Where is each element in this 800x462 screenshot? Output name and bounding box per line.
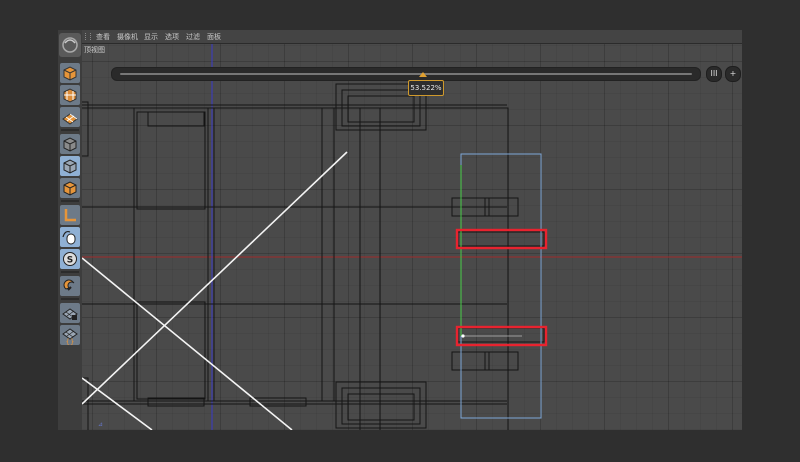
mouse-move-icon[interactable] [60,227,80,247]
object-mode-icon[interactable] [60,156,80,176]
magnet-icon[interactable] [60,276,80,296]
pivot-point[interactable] [461,334,465,338]
scene-wireframe: ⊿ [82,44,742,430]
toolbar-divider [61,129,79,131]
menu-options[interactable]: 选项 [165,32,179,42]
checker-plane-icon[interactable] [60,107,80,127]
view-label: 顶视图 [84,46,105,54]
zoom-slider[interactable] [111,67,701,81]
menu-panel[interactable]: 面板 [207,32,221,42]
app-window: S {} 查看 摄像机 显示 选项 过滤 面板 ⊿ 顶视图 53.522% II… [58,30,742,430]
toolbar-divider [61,298,79,300]
selection-box[interactable] [460,153,542,419]
left-toolbar: S {} [58,30,83,430]
zoom-slider-track[interactable] [120,73,692,75]
svg-text:S: S [67,256,73,266]
menu-bar: 查看 摄像机 显示 选项 过滤 面板 [82,30,742,44]
texture-mode-icon[interactable] [60,178,80,198]
menu-grip-icon[interactable] [85,33,91,40]
zoom-slider-handle[interactable] [419,72,427,77]
toolbar-divider [61,200,79,202]
toolbar-divider [61,271,79,273]
app-logo-icon[interactable] [59,33,81,57]
axis-corner-icon[interactable] [60,205,80,225]
menu-view[interactable]: 查看 [96,32,110,42]
svg-text:{}: {} [66,338,75,345]
highlight-box-upper [455,228,548,250]
view-axis-gizmo: ⊿ [98,421,103,428]
checker-cube-icon[interactable] [60,85,80,105]
snap-s-icon[interactable]: S [60,249,80,269]
grid-lock-icon[interactable] [60,303,80,323]
menu-display[interactable]: 显示 [144,32,158,42]
cube-icon[interactable] [60,63,80,83]
zoom-readout: 53.522% [408,80,444,96]
menu-filter[interactable]: 过滤 [186,32,200,42]
add-view-button[interactable]: + [725,66,741,82]
model-mode-icon[interactable] [60,134,80,154]
grid-toggle-button[interactable]: III [706,66,722,82]
top-view-viewport[interactable]: ⊿ 顶视图 [82,44,742,430]
menu-camera[interactable]: 摄像机 [117,32,138,42]
grid-brace-icon[interactable]: {} [60,325,80,345]
